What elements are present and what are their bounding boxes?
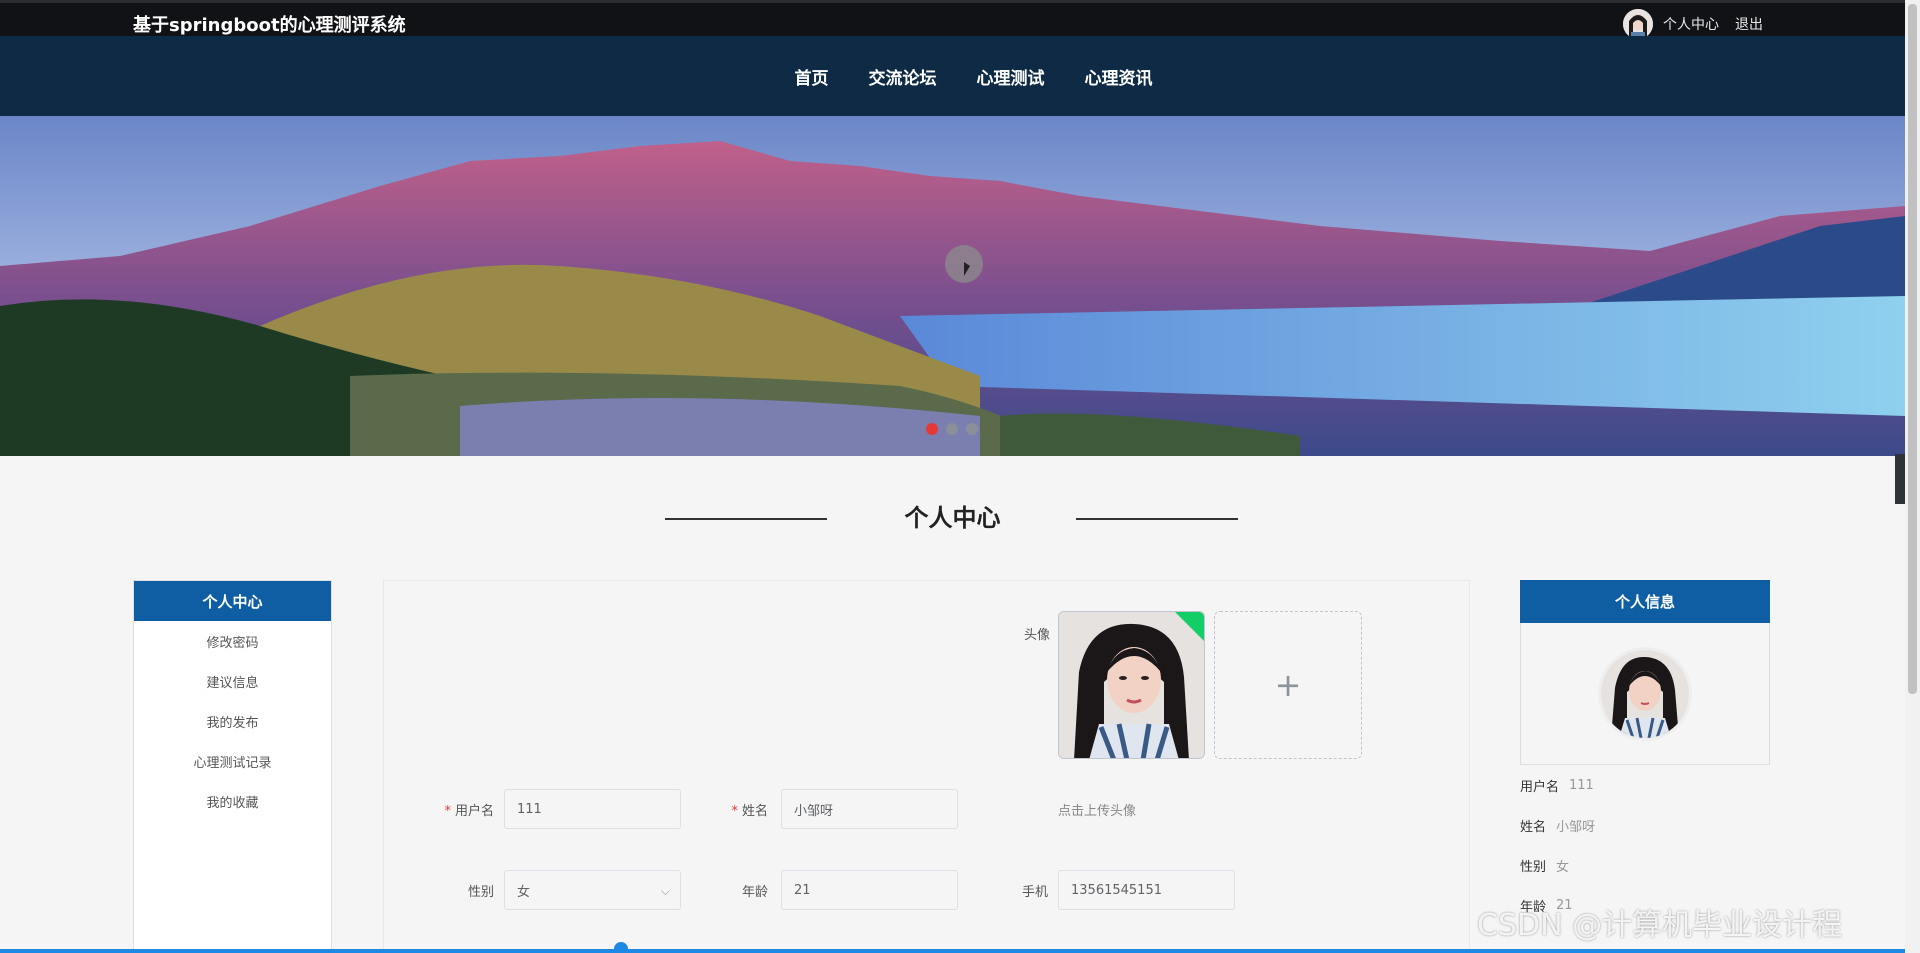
nav-forum[interactable]: 交流论坛: [869, 64, 937, 89]
plus-icon: +: [1274, 666, 1302, 704]
page-scrollbar[interactable]: [1905, 0, 1920, 953]
gender-selected-value: 女: [517, 884, 531, 900]
main-nav: 首页 交流论坛 心理测试 心理资讯: [0, 36, 1905, 116]
carousel-indicators: [926, 423, 978, 435]
gender-label: 性别: [467, 885, 494, 900]
age-field[interactable]: [781, 870, 958, 910]
nav-psych-test[interactable]: 心理测试: [977, 64, 1045, 89]
upload-hint: 点击上传头像: [1058, 804, 1137, 819]
site-title: 基于springboot的心理测评系统: [133, 15, 406, 36]
top-bar: 基于springboot的心理测评系统 个人中心 退出: [0, 0, 1905, 39]
gender-select[interactable]: 女 ⌵: [504, 870, 681, 910]
phone-input[interactable]: [1071, 882, 1222, 898]
scrollbar-thumb[interactable]: [1908, 4, 1917, 694]
nav-psych-news[interactable]: 心理资讯: [1085, 64, 1153, 89]
mouse-pointer-icon: [964, 262, 970, 276]
profile-row-key: 性别: [1520, 859, 1547, 875]
profile-row-value: 111: [1569, 777, 1594, 793]
profile-avatar: [1598, 646, 1692, 741]
avatar-photo[interactable]: ✓: [1058, 611, 1205, 759]
avatar-label: 头像: [1023, 628, 1050, 643]
profile-form: 头像 ✓ + 点击上传头像 *用户名 *姓名 性别 女 ⌵ 年龄: [383, 580, 1470, 953]
name-input[interactable]: [794, 801, 945, 817]
username-label-text: 用户名: [454, 804, 494, 819]
sidebar-item-favorites[interactable]: 我的收藏: [134, 781, 331, 821]
left-sidebar-menu: 个人中心 修改密码 建议信息 我的发布 心理测试记录 我的收藏: [133, 580, 332, 953]
profile-row-username: 用户名 111: [1520, 765, 1770, 805]
username-field[interactable]: [504, 789, 681, 829]
profile-row-value: 女: [1556, 859, 1570, 875]
required-mark: *: [444, 804, 451, 819]
profile-row-value: 小邹呀: [1556, 819, 1596, 835]
age-input[interactable]: [794, 882, 945, 898]
profile-row-key: 用户名: [1520, 779, 1560, 795]
sidebar-item-change-password[interactable]: 修改密码: [134, 621, 331, 661]
profile-card-avatar-area: [1520, 623, 1770, 765]
top-user-area: 个人中心 退出: [1623, 9, 1763, 39]
logout-link[interactable]: 退出: [1735, 14, 1763, 34]
carousel-dot-2[interactable]: [946, 423, 958, 435]
title-divider-right: [1076, 518, 1238, 520]
watermark-text: CSDN @计算机毕业设计程: [1477, 908, 1843, 943]
banner-landscape-image: [0, 116, 1905, 456]
username-label: * 用户名: [422, 800, 494, 819]
age-label: 年龄: [741, 885, 768, 900]
sidebar-item-test-records[interactable]: 心理测试记录: [134, 741, 331, 781]
bottom-progress-bar: [0, 949, 1905, 953]
carousel-dot-3[interactable]: [966, 423, 978, 435]
nav-home[interactable]: 首页: [795, 64, 829, 89]
user-avatar[interactable]: [1623, 9, 1653, 39]
page-title: 个人中心: [904, 504, 1001, 532]
hero-banner-carousel[interactable]: [0, 116, 1905, 456]
phone-label: 手机: [1021, 885, 1048, 900]
chevron-down-icon: ⌵: [660, 884, 670, 898]
profile-row-key: 姓名: [1520, 819, 1547, 835]
name-label: * 姓名: [704, 800, 768, 819]
user-center-link[interactable]: 个人中心: [1663, 14, 1719, 34]
username-input[interactable]: [517, 801, 668, 817]
phone-field[interactable]: [1058, 870, 1235, 910]
sidebar-header[interactable]: 个人中心: [134, 581, 331, 621]
profile-row-gender: 性别 女: [1520, 845, 1770, 885]
slider-knob[interactable]: [614, 942, 628, 953]
profile-card-header: 个人信息: [1520, 580, 1770, 623]
name-label-text: 姓名: [741, 804, 768, 819]
avatar-upload-button[interactable]: +: [1214, 611, 1362, 759]
required-mark: *: [731, 804, 738, 819]
sidebar-item-my-posts[interactable]: 我的发布: [134, 701, 331, 741]
name-field[interactable]: [781, 789, 958, 829]
profile-row-name: 姓名 小邹呀: [1520, 805, 1770, 845]
carousel-dot-1[interactable]: [926, 423, 938, 435]
sidebar-item-suggestions[interactable]: 建议信息: [134, 661, 331, 701]
profile-info-card: 个人信息 用户名 111 姓名 小邹呀 性别 女 年龄 21: [1520, 580, 1770, 925]
